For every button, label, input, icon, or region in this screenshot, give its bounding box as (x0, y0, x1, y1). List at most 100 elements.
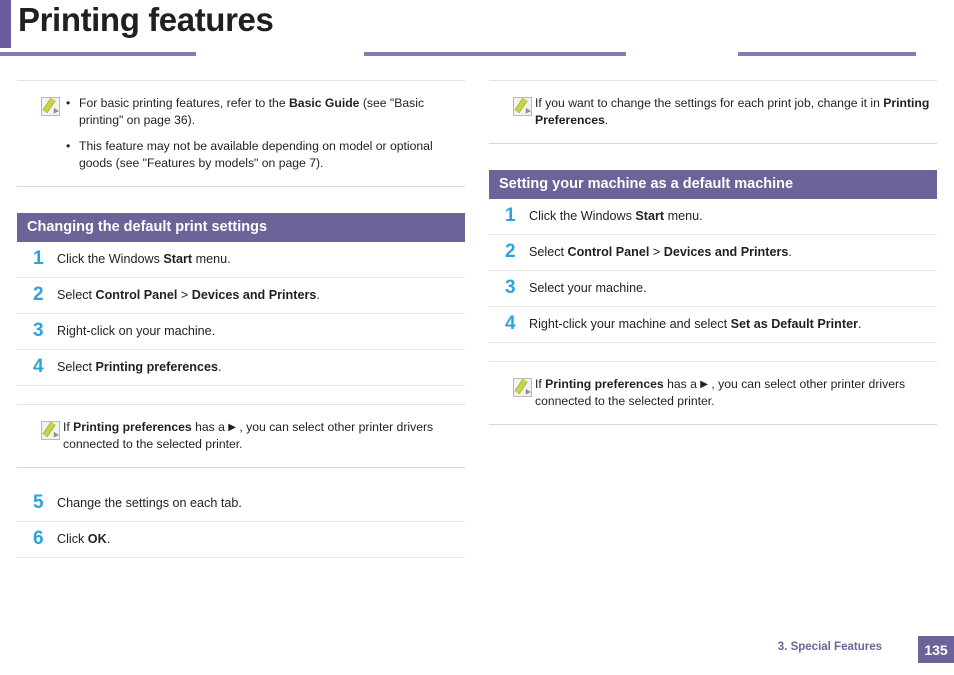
step-text: Select Printing preferences. (57, 350, 222, 385)
step-number: 3 (33, 320, 44, 341)
step-text: Select Control Panel > Devices and Print… (57, 278, 320, 313)
text-run: . (218, 360, 222, 374)
step-number: 4 (33, 356, 44, 377)
bold-term: Printing preferences (545, 377, 664, 391)
text-run: menu. (192, 252, 231, 266)
text-run: . (788, 245, 792, 259)
left-inline-note-box: If Printing preferences has a ▶ , you ca… (17, 404, 465, 468)
bold-term: Control Panel (95, 288, 178, 302)
text-run: Right-click your machine and select (529, 317, 731, 331)
step-item: 3 Select your machine. (489, 271, 937, 307)
text-run: . (316, 288, 320, 302)
step-number: 1 (505, 205, 516, 226)
note-text: This feature may not be available depend… (79, 139, 433, 170)
header-rule-gap-3 (916, 52, 954, 56)
bullet-glyph: • (66, 139, 71, 153)
step-item: 4 Select Printing preferences. (17, 350, 465, 386)
page-title: Printing features (18, 1, 274, 38)
step-number: 3 (505, 277, 516, 298)
text-run: Right-click on your machine. (57, 324, 216, 338)
text-run: If (535, 377, 546, 391)
text-run: If (63, 420, 74, 434)
triangle-right-icon: ▶ (700, 379, 708, 390)
text-run: . (106, 532, 111, 546)
bold-term: Control Panel (567, 245, 650, 259)
step-text: Right-click on your machine. (57, 314, 215, 349)
list-item: • This feature may not be available depe… (63, 138, 459, 172)
right-steps-list: 1 Click the Windows Start menu. 2 Select Co… (489, 199, 937, 343)
bold-term: Printing preferences (95, 360, 218, 374)
note-text: If Printing preferences has a ▶ , you ca… (63, 419, 459, 453)
footer-page-number: 135 (918, 636, 954, 663)
text-run: For basic printing features, refer to th… (79, 96, 289, 110)
left-steps-list: 1 Click the Windows Start menu. 2 Select Co… (17, 242, 465, 386)
left-note-list: • For basic printing features, refer to … (63, 95, 459, 172)
note-text: For basic printing features, refer to th… (79, 96, 424, 127)
step-number: 4 (505, 313, 516, 334)
text-run: . (857, 317, 862, 331)
text-run: Click (57, 532, 88, 546)
note-pencil-icon (513, 378, 534, 397)
right-inline-note-box: If Printing preferences has a ▶ , you ca… (489, 361, 937, 425)
triangle-right-icon: ▶ (228, 422, 236, 433)
header-rule-gap-2 (626, 52, 738, 56)
text-run: Select (57, 360, 96, 374)
text-run: Change the settings on each tab. (57, 496, 242, 510)
text-run: > (177, 288, 192, 302)
step-item: 6 Click OK. (17, 522, 465, 558)
bold-term: Start (635, 209, 665, 223)
bold-term: Devices and Printers (663, 245, 789, 259)
bold-term: OK (87, 532, 107, 546)
text-run: Click the Windows (57, 252, 164, 266)
left-column: • For basic printing features, refer to … (17, 80, 465, 558)
text-run: > (649, 245, 664, 259)
step-text: Click OK. (57, 522, 110, 557)
step-text: Click the Windows Start menu. (529, 199, 703, 234)
step-item: 5 Change the settings on each tab. (17, 486, 465, 522)
step-text: Right-click your machine and select Set … (529, 307, 861, 342)
note-pencil-icon (41, 97, 62, 116)
note-text: If Printing preferences has a ▶ , you ca… (535, 376, 931, 410)
step-item: 3 Right-click on your machine. (17, 314, 465, 350)
step-item: 2 Select Control Panel > Devices and Prin… (489, 235, 937, 271)
left-steps-list-continued: 5 Change the settings on each tab. 6 Click … (17, 486, 465, 558)
step-number: 5 (33, 492, 44, 513)
step-number: 6 (33, 528, 44, 549)
text-run: This feature may not be available depend… (79, 139, 433, 170)
header-rule-gap-1 (196, 52, 364, 56)
text-run: Select your machine. (529, 281, 647, 295)
text-run: If you want to change the settings for e… (535, 96, 884, 110)
page-header: Printing features (0, 0, 954, 56)
footer-chapter-label: 3. Special Features (777, 641, 882, 653)
text-run: . (604, 113, 609, 127)
right-column: If you want to change the settings for e… (489, 80, 937, 425)
bold-term: Set as Default Printer (730, 317, 858, 331)
left-note-box: • For basic printing features, refer to … (17, 80, 465, 187)
step-item: 1 Click the Windows Start menu. (489, 199, 937, 235)
text-run: menu. (664, 209, 703, 223)
note-pencil-icon (41, 421, 62, 440)
text-run: has a (191, 420, 229, 434)
bold-term: Basic Guide (289, 96, 360, 110)
step-number: 2 (33, 284, 44, 305)
text-run: Select (529, 245, 568, 259)
note-text: If you want to change the settings for e… (535, 95, 931, 129)
header-rule (0, 52, 954, 56)
step-number: 2 (505, 241, 516, 262)
step-item: 2 Select Control Panel > Devices and Prin… (17, 278, 465, 314)
step-text: Change the settings on each tab. (57, 486, 242, 521)
text-run: Select (57, 288, 96, 302)
bold-term: Start (163, 252, 193, 266)
text-run: Click the Windows (529, 209, 636, 223)
bullet-glyph: • (66, 96, 71, 110)
list-item: • For basic printing features, refer to … (63, 95, 459, 129)
section-title-changing-default-print-settings: Changing the default print settings (17, 213, 465, 242)
bold-term: Devices and Printers (191, 288, 317, 302)
note-pencil-icon (513, 97, 534, 116)
step-text: Select Control Panel > Devices and Print… (529, 235, 792, 270)
bold-term: Printing preferences (73, 420, 192, 434)
step-item: 4 Right-click your machine and select Set… (489, 307, 937, 343)
step-number: 1 (33, 248, 44, 269)
section-title-setting-default-machine: Setting your machine as a default machin… (489, 170, 937, 199)
right-note-box: If you want to change the settings for e… (489, 80, 937, 144)
